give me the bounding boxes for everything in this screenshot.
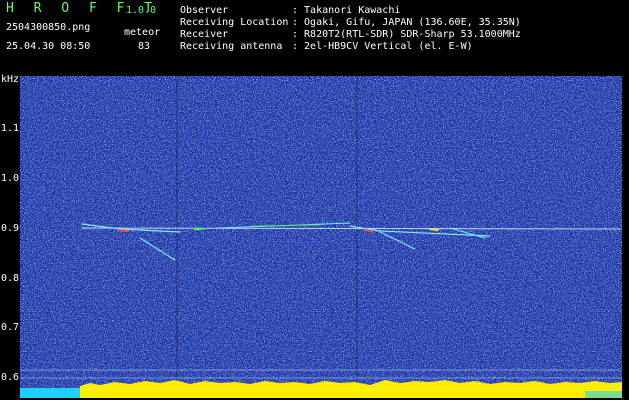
info-key-location: Receiving Location (180, 17, 289, 28)
freq-tick: 1.0 (1, 173, 20, 184)
detection-label: meteor (124, 27, 161, 38)
info-value-receiver: : R820T2(RTL-SDR) SDR-Sharp 53.1000MHz (292, 29, 521, 40)
freq-tick: 0.8 (1, 273, 20, 284)
freq-unit-label: kHz (1, 74, 20, 85)
info-key-antenna: Receiving antenna (180, 41, 283, 52)
file-name: 2504300850.png (6, 22, 91, 33)
header-panel: H R O F F T 1.0.0 2504300850.png meteor … (0, 0, 629, 58)
freq-tick: 1.1 (1, 123, 20, 134)
detection-count: 83 (138, 41, 151, 52)
info-key-observer: Observer (180, 5, 229, 16)
freq-tick: 0.9 (1, 223, 20, 234)
info-value-observer: : Takanori Kawachi (292, 5, 401, 16)
freq-tick: 0.7 (1, 322, 20, 333)
info-key-receiver: Receiver (180, 29, 229, 40)
file-datetime: 25.04.30 08:50 (6, 41, 91, 52)
app-version: 1.0.0 (126, 5, 157, 16)
info-value-antenna: : 2el-HB9CV Vertical (el. E-W) (292, 41, 473, 52)
freq-tick: 0.6 (1, 372, 20, 383)
spectrogram (20, 76, 622, 398)
info-value-location: : Ogaki, Gifu, JAPAN (136.60E, 35.35N) (292, 17, 521, 28)
